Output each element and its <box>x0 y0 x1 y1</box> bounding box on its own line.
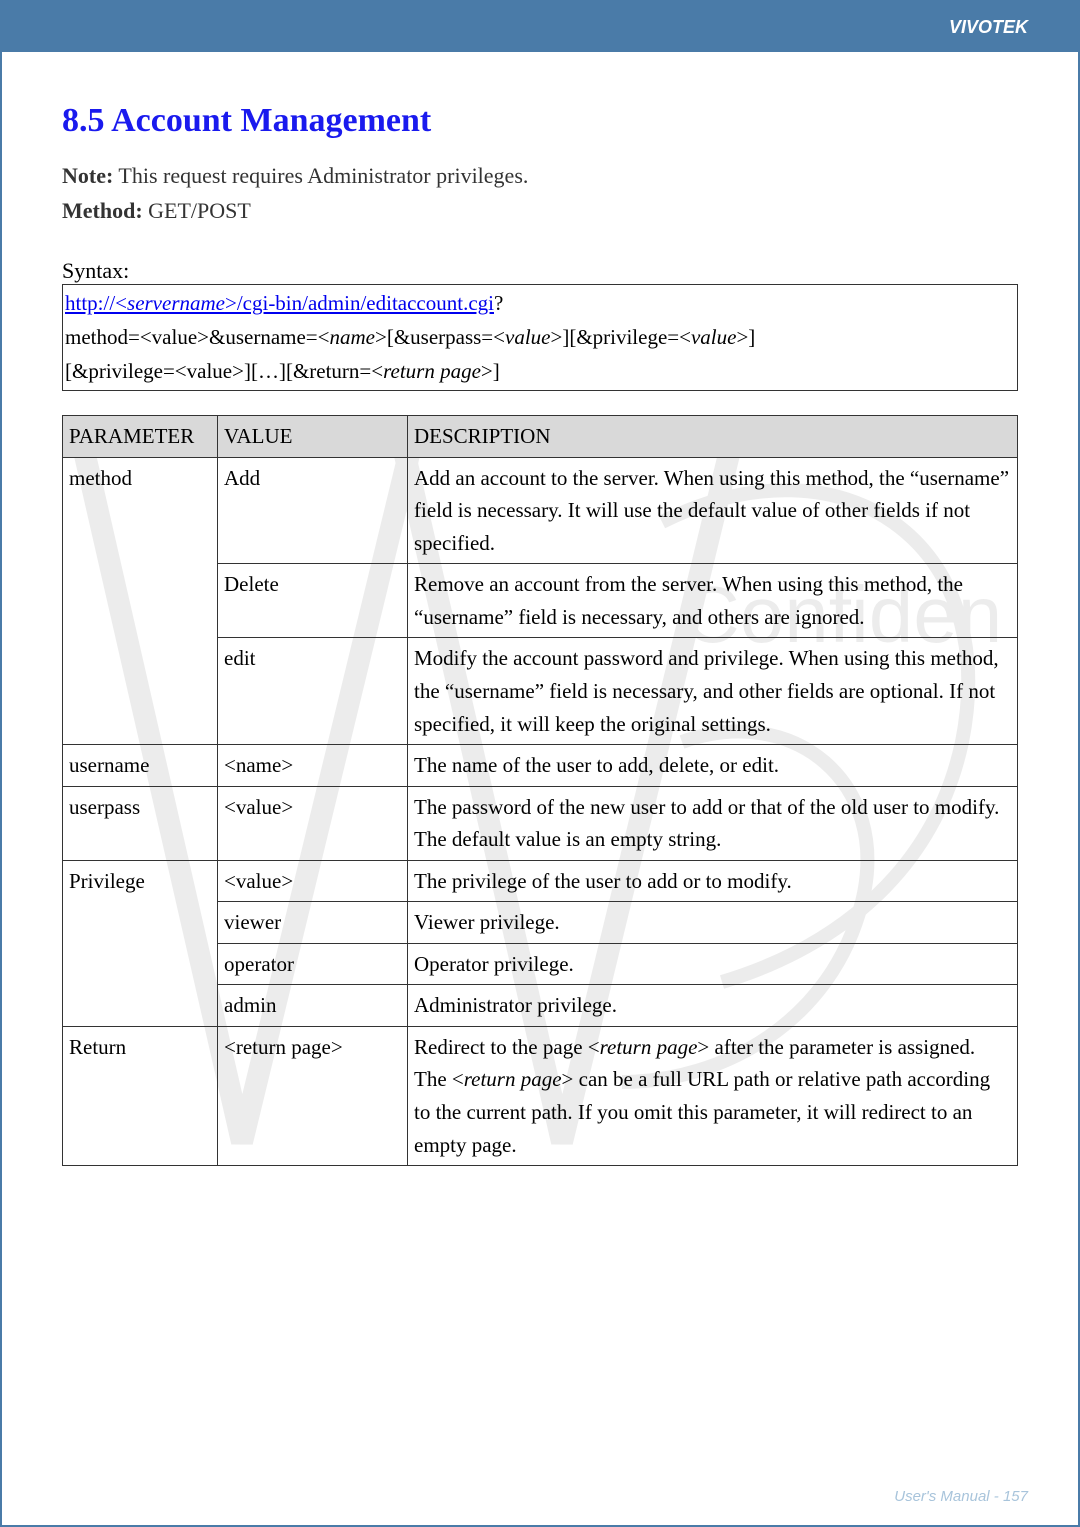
cell-value: viewer <box>218 902 408 944</box>
syntax-text: >][&privilege=< <box>550 325 691 349</box>
cell-desc: Remove an account from the server. When … <box>408 564 1018 638</box>
header-bar: VIVOTEK <box>2 2 1078 52</box>
syntax-text: >] <box>736 325 755 349</box>
cell-value: <name> <box>218 745 408 787</box>
syntax-line-3: [&privilege=<value>][…][&return=<return … <box>65 355 1015 389</box>
cell-desc: The password of the new user to add or t… <box>408 786 1018 860</box>
cell-param: username <box>63 745 218 787</box>
syntax-text: return page <box>383 359 481 383</box>
header-parameter: PARAMETER <box>63 416 218 458</box>
note: Note: This request requires Administrato… <box>62 158 1018 193</box>
syntax-text: >/cgi-bin/admin/editaccount.cgi <box>225 291 494 315</box>
desc-text: return page <box>464 1067 562 1091</box>
table-row: Privilege <value> The privilege of the u… <box>63 860 1018 902</box>
cell-param: method <box>63 457 218 744</box>
table-row: Return <return page> Redirect to the pag… <box>63 1026 1018 1165</box>
syntax-text: >[&userpass=< <box>375 325 505 349</box>
table-header-row: PARAMETER VALUE DESCRIPTION <box>63 416 1018 458</box>
syntax-text: method=<value>&username=< <box>65 325 329 349</box>
method-label: Method: <box>62 198 143 223</box>
cell-desc: Viewer privilege. <box>408 902 1018 944</box>
syntax-text: servername <box>127 291 225 315</box>
note-label: Note: <box>62 163 113 188</box>
syntax-line-2: method=<value>&username=<name>[&userpass… <box>65 321 1015 355</box>
cell-desc: The name of the user to add, delete, or … <box>408 745 1018 787</box>
desc-text: Redirect to the page < <box>414 1035 600 1059</box>
content: Confidential 8.5 Account Management Note… <box>2 52 1078 1196</box>
cell-desc: Modify the account password and privileg… <box>408 638 1018 745</box>
cell-desc: Operator privilege. <box>408 943 1018 985</box>
syntax-line-1: http://<servername>/cgi-bin/admin/editac… <box>65 287 1015 321</box>
cell-desc: Administrator privilege. <box>408 985 1018 1027</box>
cell-value: Delete <box>218 564 408 638</box>
table-row: userpass <value> The password of the new… <box>63 786 1018 860</box>
cell-param: userpass <box>63 786 218 860</box>
cell-desc: Add an account to the server. When using… <box>408 457 1018 564</box>
syntax-label: Syntax: <box>62 258 1018 284</box>
syntax-text: http://< <box>65 291 127 315</box>
header-value: VALUE <box>218 416 408 458</box>
cell-param: Privilege <box>63 860 218 1026</box>
cell-param: Return <box>63 1026 218 1165</box>
cell-desc: The privilege of the user to add or to m… <box>408 860 1018 902</box>
section-heading: 8.5 Account Management <box>62 102 1018 140</box>
syntax-url-link[interactable]: http://<servername>/cgi-bin/admin/editac… <box>65 291 494 315</box>
method: Method: GET/POST <box>62 193 1018 228</box>
syntax-text: name <box>329 325 375 349</box>
cell-desc: Redirect to the page <return page> after… <box>408 1026 1018 1165</box>
table-row: method Add Add an account to the server.… <box>63 457 1018 564</box>
method-text: GET/POST <box>143 198 251 223</box>
cell-value: <return page> <box>218 1026 408 1165</box>
syntax-text: value <box>505 325 550 349</box>
syntax-box: http://<servername>/cgi-bin/admin/editac… <box>62 284 1018 391</box>
cell-value: <value> <box>218 786 408 860</box>
page-footer: User's Manual - 157 <box>894 1488 1028 1505</box>
header-description: DESCRIPTION <box>408 416 1018 458</box>
parameter-table: PARAMETER VALUE DESCRIPTION method Add A… <box>62 415 1018 1166</box>
syntax-text: ? <box>494 291 503 315</box>
syntax-text: >] <box>481 359 500 383</box>
cell-value: Add <box>218 457 408 564</box>
cell-value: <value> <box>218 860 408 902</box>
desc-text: return page <box>600 1035 698 1059</box>
table-row: username <name> The name of the user to … <box>63 745 1018 787</box>
syntax-text: [&privilege=<value>][…][&return=< <box>65 359 383 383</box>
cell-value: operator <box>218 943 408 985</box>
brand-logo: VIVOTEK <box>949 17 1028 38</box>
note-text: This request requires Administrator priv… <box>113 163 528 188</box>
cell-value: edit <box>218 638 408 745</box>
syntax-text: value <box>691 325 736 349</box>
page: VIVOTEK Confidential 8.5 Account Managem… <box>0 0 1080 1527</box>
cell-value: admin <box>218 985 408 1027</box>
